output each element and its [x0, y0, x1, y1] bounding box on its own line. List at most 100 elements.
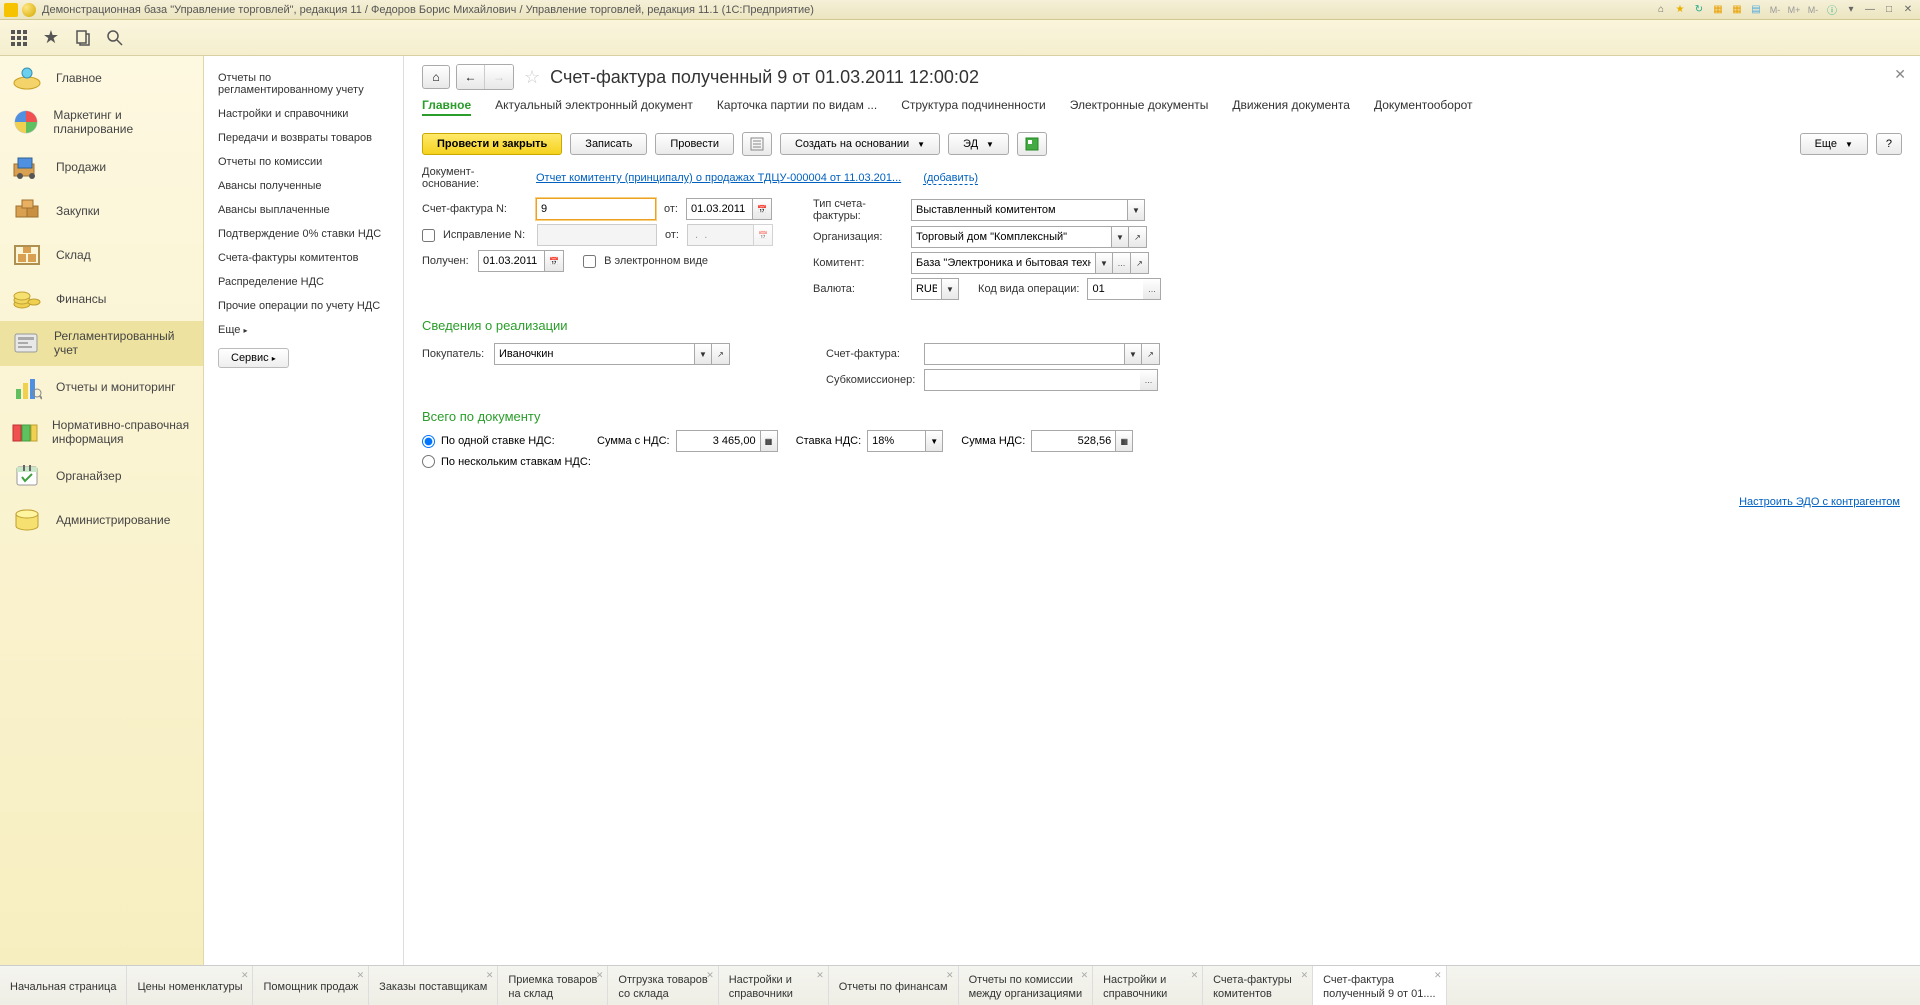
apps-grid-icon[interactable]: [10, 29, 28, 47]
window-tab[interactable]: ✕Счета-фактурыкомитентов: [1203, 966, 1313, 1005]
sidebar-item-reports[interactable]: Отчеты и мониторинг: [0, 366, 203, 410]
submenu-item[interactable]: Передачи и возвраты товаров: [204, 126, 403, 150]
tab-edocs[interactable]: Электронные документы: [1070, 98, 1209, 116]
more-button[interactable]: Еще▼: [1800, 133, 1868, 155]
ed-button[interactable]: ЭД▼: [948, 133, 1009, 155]
sf-ref-select[interactable]: [924, 343, 1124, 365]
op-code-input[interactable]: [1087, 278, 1143, 300]
window-tab[interactable]: ✕Отгрузка товаровсо склада: [608, 966, 718, 1005]
submenu-service-button[interactable]: Сервис ▸: [218, 348, 289, 368]
dropdown-icon[interactable]: ▼: [925, 430, 943, 452]
titlebar-box1-icon[interactable]: ▦: [1710, 2, 1726, 18]
titlebar-info-icon[interactable]: ⓘ: [1824, 2, 1840, 18]
structure-icon-button[interactable]: [742, 132, 772, 156]
electronic-checkbox[interactable]: [583, 255, 596, 268]
dropdown-icon[interactable]: ▼: [1111, 226, 1129, 248]
home-button[interactable]: ⌂: [422, 65, 450, 89]
dropdown-icon[interactable]: ▼: [694, 343, 712, 365]
dropdown-icon[interactable]: ▼: [1095, 252, 1113, 274]
sidebar-item-main[interactable]: Главное: [0, 56, 203, 100]
open-icon[interactable]: ↗: [1131, 252, 1149, 274]
tab-close-icon[interactable]: ✕: [816, 970, 824, 981]
titlebar-calc-icon[interactable]: ▤: [1748, 2, 1764, 18]
sidebar-item-nsi[interactable]: Нормативно-справочная информация: [0, 410, 203, 455]
help-button[interactable]: ?: [1876, 133, 1902, 155]
tab-close-icon[interactable]: ✕: [241, 970, 249, 981]
multi-rate-radio[interactable]: [422, 455, 435, 468]
tab-close-icon[interactable]: ✕: [1191, 970, 1199, 981]
org-select[interactable]: [911, 226, 1111, 248]
sum-with-vat-input[interactable]: [676, 430, 760, 452]
submenu-item[interactable]: Отчеты по комиссии: [204, 150, 403, 174]
window-tab[interactable]: ✕Цены номенклатуры: [127, 966, 253, 1005]
submenu-item[interactable]: Подтверждение 0% ставки НДС: [204, 222, 403, 246]
submenu-item[interactable]: Отчеты по регламентированному учету: [204, 66, 403, 102]
close-icon[interactable]: ✕: [1900, 2, 1916, 18]
window-tab[interactable]: ✕Настройки исправочники: [719, 966, 829, 1005]
window-tab[interactable]: ✕Приемка товаровна склад: [498, 966, 608, 1005]
titlebar-refresh-icon[interactable]: ↻: [1691, 2, 1707, 18]
back-button[interactable]: ←: [457, 65, 485, 89]
select-icon[interactable]: …: [1140, 369, 1158, 391]
sub-select[interactable]: [924, 369, 1140, 391]
post-button[interactable]: Провести: [655, 133, 734, 155]
open-icon[interactable]: ↗: [712, 343, 730, 365]
submenu-item[interactable]: Авансы полученные: [204, 174, 403, 198]
currency-select[interactable]: [911, 278, 941, 300]
tab-close-icon[interactable]: ✕: [946, 970, 954, 981]
vat-sum-input[interactable]: [1031, 430, 1115, 452]
tab-party-card[interactable]: Карточка партии по видам ...: [717, 98, 877, 116]
history-icon[interactable]: [74, 29, 92, 47]
sidebar-item-sales[interactable]: Продажи: [0, 145, 203, 189]
titlebar-box2-icon[interactable]: ▦: [1729, 2, 1745, 18]
save-button[interactable]: Записать: [570, 133, 647, 155]
tab-close-icon[interactable]: ✕: [357, 970, 365, 981]
favorite-star-icon[interactable]: ☆: [524, 67, 540, 88]
buyer-select[interactable]: [494, 343, 694, 365]
titlebar-tool-icon[interactable]: ⌂: [1653, 2, 1669, 18]
sf-type-select[interactable]: [911, 199, 1127, 221]
sidebar-item-finance[interactable]: Финансы: [0, 277, 203, 321]
titlebar-dropdown-icon[interactable]: ▾: [1843, 2, 1859, 18]
correction-checkbox[interactable]: [422, 229, 435, 242]
search-icon[interactable]: [106, 29, 124, 47]
sidebar-item-organizer[interactable]: Органайзер: [0, 454, 203, 498]
titlebar-m-plus-icon[interactable]: M+: [1786, 2, 1802, 18]
submenu-item[interactable]: Счета-фактуры комитентов: [204, 246, 403, 270]
submenu-item[interactable]: Авансы выплаченные: [204, 198, 403, 222]
calendar-icon[interactable]: 📅: [752, 198, 772, 220]
select-icon[interactable]: …: [1113, 252, 1131, 274]
minimize-icon[interactable]: —: [1862, 2, 1878, 18]
calendar-icon[interactable]: 📅: [544, 250, 564, 272]
tab-close-icon[interactable]: ✕: [706, 970, 714, 981]
tab-structure[interactable]: Структура подчиненности: [901, 98, 1046, 116]
post-and-close-button[interactable]: Провести и закрыть: [422, 133, 562, 155]
vat-rate-select[interactable]: [867, 430, 925, 452]
sidebar-item-regulated[interactable]: Регламентированный учет: [0, 321, 203, 366]
calculator-icon[interactable]: ▦: [760, 430, 778, 452]
sf-date-input[interactable]: [686, 198, 752, 220]
tab-main[interactable]: Главное: [422, 98, 471, 116]
tab-edoc[interactable]: Актуальный электронный документ: [495, 98, 693, 116]
maximize-icon[interactable]: □: [1881, 2, 1897, 18]
sf-number-input[interactable]: [536, 198, 656, 220]
titlebar-star-icon[interactable]: ★: [1672, 2, 1688, 18]
calculator-icon[interactable]: ▦: [1115, 430, 1133, 452]
window-tab[interactable]: ✕Заказы поставщикам: [369, 966, 498, 1005]
tab-close-icon[interactable]: ✕: [1081, 970, 1089, 981]
window-tab-active[interactable]: ✕Счет-фактураполученный 9 от 01....: [1313, 966, 1446, 1005]
dropdown-icon[interactable]: ▼: [1124, 343, 1142, 365]
sidebar-item-purchases[interactable]: Закупки: [0, 189, 203, 233]
submenu-item[interactable]: Распределение НДС: [204, 270, 403, 294]
titlebar-m-minus-icon[interactable]: M-: [1767, 2, 1783, 18]
single-rate-radio[interactable]: [422, 435, 435, 448]
tab-workflow[interactable]: Документооборот: [1374, 98, 1473, 116]
select-icon[interactable]: …: [1143, 278, 1161, 300]
sidebar-item-admin[interactable]: Администрирование: [0, 498, 203, 542]
tab-close-icon[interactable]: ✕: [596, 970, 604, 981]
window-tab[interactable]: ✕Отчеты по финансам: [829, 966, 959, 1005]
received-date-input[interactable]: [478, 250, 544, 272]
favorites-star-icon[interactable]: ★: [42, 29, 60, 47]
add-basis-link[interactable]: (добавить): [923, 172, 978, 185]
dropdown-icon[interactable]: ▼: [1127, 199, 1145, 221]
